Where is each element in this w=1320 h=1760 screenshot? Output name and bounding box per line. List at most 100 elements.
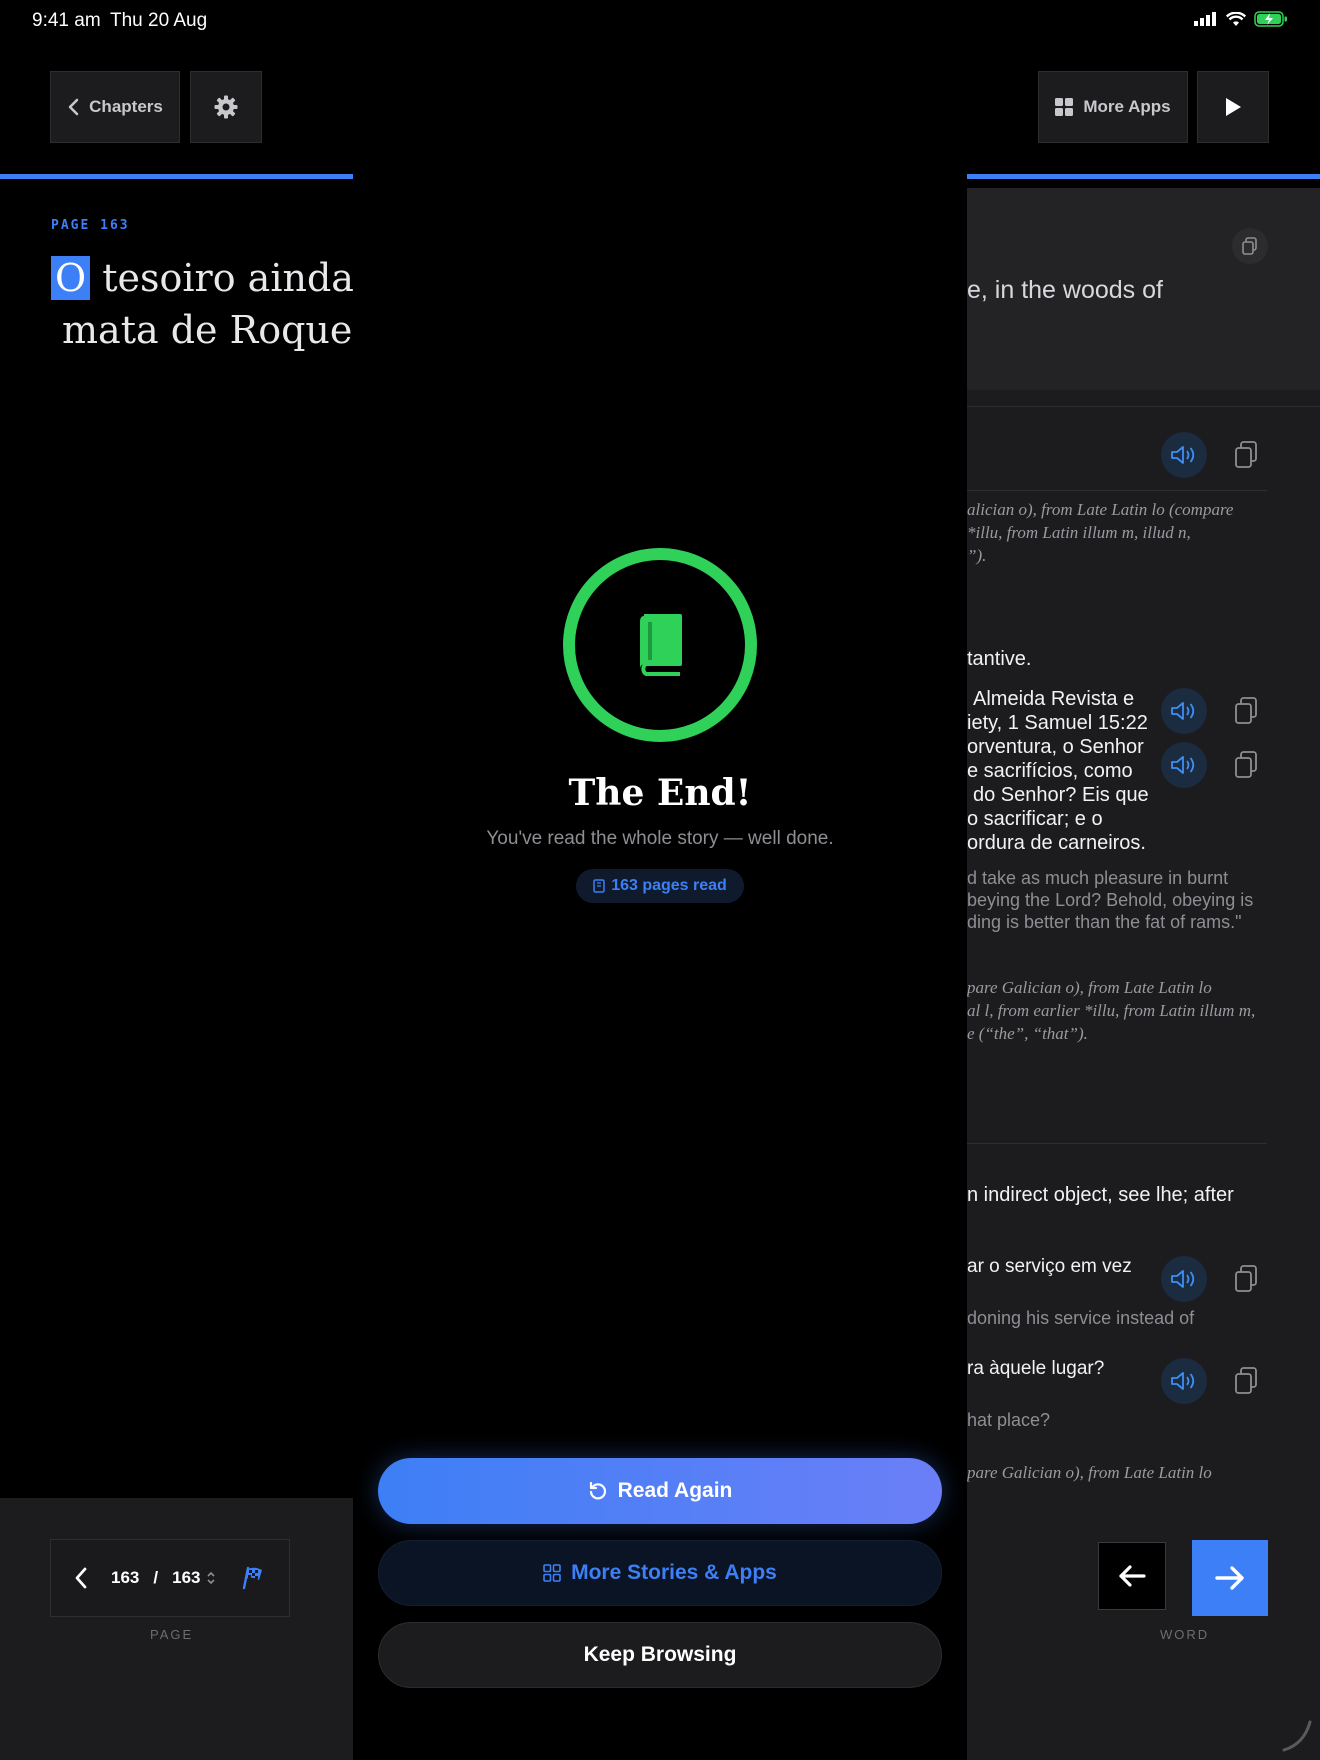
- play-icon: [1226, 98, 1241, 116]
- battery-charging-icon: [1254, 11, 1287, 27]
- example-line: do Senhor? Eis que: [973, 784, 1149, 806]
- page-pager: 163 / 163: [50, 1539, 290, 1617]
- etymology-line: ”).: [967, 546, 987, 565]
- etymology-line: e (“the”, “that”).: [967, 1024, 1088, 1043]
- page-selector[interactable]: 163 / 163: [111, 1568, 216, 1588]
- chevron-left-icon: [68, 98, 79, 116]
- grid-icon: [543, 1564, 561, 1582]
- copy-icon: [1235, 697, 1257, 724]
- completion-ring: [563, 548, 757, 742]
- completion-subtitle: You've read the whole story — well done.: [486, 828, 834, 849]
- speaker-icon: [1171, 1372, 1195, 1390]
- copy-button[interactable]: [1231, 1366, 1261, 1396]
- gear-icon: [214, 95, 238, 119]
- usage-note: n indirect object, see lhe; after: [967, 1184, 1234, 1206]
- arrow-right-icon: [1215, 1566, 1244, 1590]
- etymology-line: pare Galician o), from Late Latin lo: [967, 1463, 1212, 1482]
- translation-line: beying the Lord? Behold, obeying is: [967, 890, 1254, 910]
- copy-button[interactable]: [1231, 750, 1261, 780]
- example-line: orventura, o Senhor: [967, 736, 1144, 758]
- example-line: Almeida Revista e: [973, 688, 1135, 710]
- copy-icon: [1235, 751, 1257, 778]
- settings-button[interactable]: [190, 71, 262, 143]
- resize-handle-icon[interactable]: [1280, 1718, 1314, 1754]
- word-caption: WORD: [1160, 1627, 1210, 1642]
- copy-icon: [1242, 237, 1257, 255]
- divider: [967, 490, 1267, 491]
- dictionary-header-text: e, in the woods of: [967, 276, 1163, 304]
- status-date: Thu 20 Aug: [110, 10, 208, 31]
- example-line: e sacrifícios, como: [967, 760, 1133, 782]
- speaker-icon: [1171, 446, 1195, 464]
- copy-button[interactable]: [1231, 1264, 1261, 1294]
- refresh-icon: [589, 1481, 606, 1500]
- flag-icon: [243, 1566, 263, 1590]
- wifi-icon: [1226, 11, 1246, 26]
- translation-line: doning his service instead of: [967, 1308, 1195, 1328]
- play-button[interactable]: [1197, 71, 1269, 143]
- speaker-button[interactable]: [1161, 688, 1207, 734]
- etymology-line: alician o), from Late Latin lo (compare: [967, 500, 1234, 519]
- book-icon: [593, 879, 605, 893]
- grid-icon: [1055, 98, 1074, 116]
- page-number-label: PAGE 163: [51, 218, 130, 233]
- example-line: ra àquele lugar?: [967, 1358, 1105, 1379]
- read-again-button[interactable]: Read Again: [378, 1458, 942, 1524]
- speaker-button[interactable]: [1161, 432, 1207, 478]
- divider: [967, 406, 1320, 407]
- progress-line-right: [967, 174, 1320, 179]
- book-icon: [640, 614, 682, 676]
- copy-icon: [1235, 1367, 1257, 1394]
- page-separator: /: [153, 1568, 159, 1587]
- next-word-button[interactable]: [1192, 1540, 1268, 1616]
- highlighted-word[interactable]: O: [51, 256, 91, 300]
- example-line: o sacrificar; e o: [967, 808, 1103, 830]
- read-again-label: Read Again: [617, 1479, 733, 1502]
- dictionary-panel: e, in the woods of alician o), from Late…: [967, 188, 1320, 1498]
- speaker-button[interactable]: [1161, 1256, 1207, 1302]
- updown-icon: [207, 1571, 216, 1585]
- etymology-line: al l, from earlier *illu, from Latin ill…: [967, 1001, 1256, 1020]
- copy-button[interactable]: [1231, 696, 1261, 726]
- progress-line-left: [0, 174, 353, 179]
- previous-page-button[interactable]: [51, 1540, 111, 1616]
- example-line: iety, 1 Samuel 15:22: [967, 712, 1148, 734]
- speaker-icon: [1171, 756, 1195, 774]
- status-icons: [1194, 11, 1288, 27]
- speaker-button[interactable]: [1161, 742, 1207, 788]
- translation-line: d take as much pleasure in burnt: [967, 868, 1229, 888]
- completion-title: The End!: [568, 772, 752, 814]
- speaker-button[interactable]: [1161, 1358, 1207, 1404]
- translation-line: ding is better than the fat of rams.": [967, 912, 1242, 932]
- previous-word-button[interactable]: [1098, 1542, 1166, 1610]
- page-caption: PAGE: [150, 1627, 194, 1642]
- more-stories-button[interactable]: More Stories & Apps: [378, 1540, 942, 1606]
- reader-line-1: O tesoiro ainda l: [51, 256, 378, 300]
- chapters-button[interactable]: Chapters: [50, 71, 180, 143]
- example-line: ar o serviço em vez: [967, 1256, 1132, 1277]
- more-apps-button[interactable]: More Apps: [1038, 71, 1188, 143]
- finish-flag-button[interactable]: [228, 1540, 278, 1616]
- pages-read-badge: 163 pages read: [576, 869, 744, 903]
- example-line: ordura de carneiros.: [967, 832, 1146, 854]
- copy-button[interactable]: [1231, 440, 1261, 470]
- pages-read-text: 163 pages read: [611, 877, 727, 894]
- translation-line: hat place?: [967, 1410, 1051, 1430]
- chevron-left-icon: [75, 1567, 87, 1589]
- speaker-icon: [1171, 702, 1195, 720]
- more-stories-label: More Stories & Apps: [571, 1561, 777, 1584]
- total-pages: 163: [172, 1568, 201, 1587]
- reader-line-2[interactable]: mata de Roquelā: [62, 308, 387, 352]
- more-apps-label: More Apps: [1083, 97, 1171, 116]
- header-copy-button[interactable]: [1232, 228, 1268, 264]
- part-of-speech: tantive.: [967, 648, 1032, 670]
- keep-browsing-button[interactable]: Keep Browsing: [378, 1622, 942, 1688]
- copy-icon: [1235, 441, 1257, 468]
- reader-line-1-text[interactable]: tesoiro ainda l: [102, 256, 378, 300]
- copy-icon: [1235, 1265, 1257, 1292]
- etymology-line: *illu, from Latin illum m, illud n,: [967, 523, 1191, 542]
- keep-browsing-label: Keep Browsing: [583, 1643, 737, 1666]
- word-nav-bar: [967, 1498, 1320, 1760]
- completion-modal: The End! You've read the whole story — w…: [353, 0, 967, 1760]
- etymology-line: pare Galician o), from Late Latin lo: [967, 978, 1212, 997]
